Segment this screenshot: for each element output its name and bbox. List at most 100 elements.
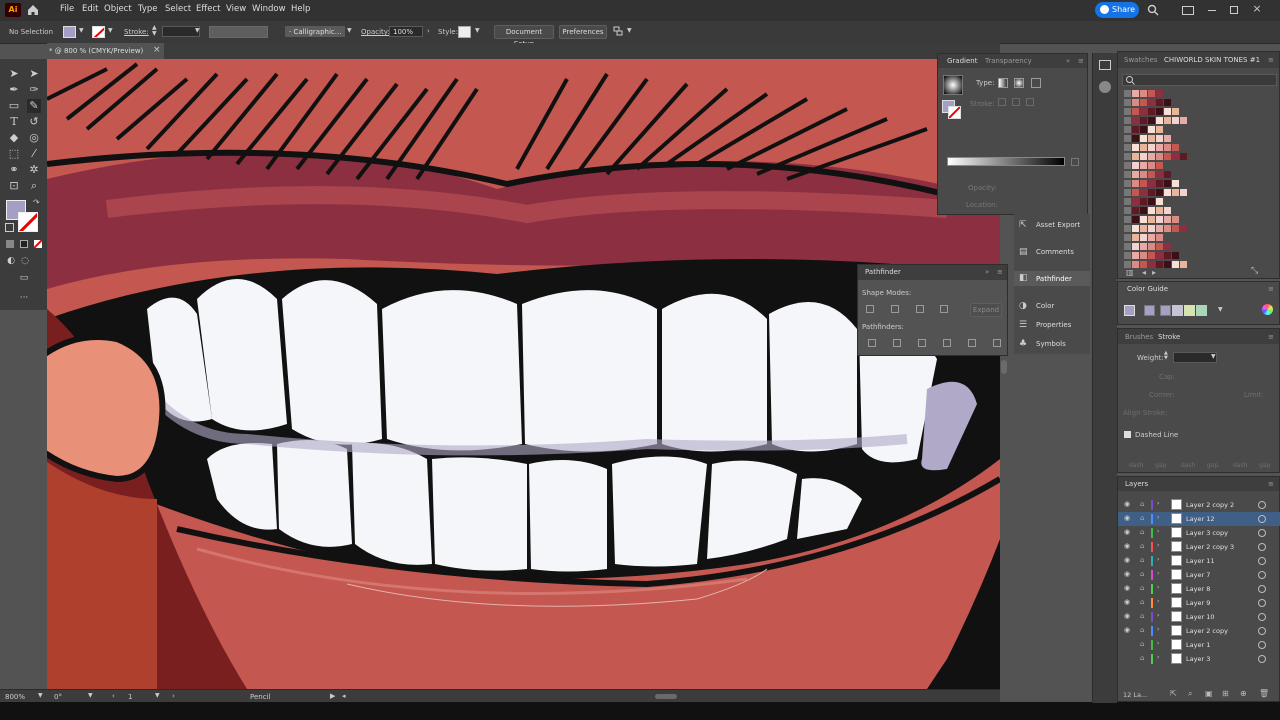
intersect-icon[interactable] xyxy=(916,305,924,313)
color-mode-icon[interactable] xyxy=(6,240,14,248)
lock-icon[interactable]: ⌂ xyxy=(1140,640,1144,648)
swatch-search-input[interactable] xyxy=(1122,74,1277,86)
color-swatch[interactable] xyxy=(1164,171,1171,178)
expand-arrow-icon[interactable]: › xyxy=(1157,598,1159,605)
color-swatch[interactable] xyxy=(1148,243,1155,250)
crop-icon[interactable] xyxy=(943,339,951,347)
eye-icon[interactable]: ◉ xyxy=(1124,500,1130,508)
menu-edit[interactable]: Edit xyxy=(82,4,98,14)
expand-arrow-icon[interactable]: › xyxy=(1157,626,1159,633)
dock-comments[interactable]: ▤ Comments xyxy=(1019,245,1089,259)
vertical-scrollbar[interactable] xyxy=(1001,360,1007,374)
menu-help[interactable]: Help xyxy=(291,4,310,14)
direct-selection-tool-icon[interactable]: ➤ xyxy=(27,67,41,81)
collapse-icon[interactable]: » xyxy=(1066,57,1070,65)
collapse-icon[interactable]: » xyxy=(985,268,989,276)
color-swatch[interactable] xyxy=(1148,180,1155,187)
color-swatch[interactable] xyxy=(1124,144,1131,151)
color-swatch[interactable] xyxy=(1132,216,1139,223)
color-swatch[interactable] xyxy=(1140,171,1147,178)
layer-row[interactable]: ⌂ › Layer 1 xyxy=(1118,638,1280,652)
layer-row[interactable]: ◉ ⌂ › Layer 10 xyxy=(1118,610,1280,624)
stroke-indicator[interactable] xyxy=(948,106,961,119)
chevron-down-icon[interactable]: ▼ xyxy=(627,27,632,34)
lock-icon[interactable]: ⌂ xyxy=(1140,528,1144,536)
target-icon[interactable] xyxy=(1258,515,1266,523)
next-library-icon[interactable]: ▸ xyxy=(1152,268,1156,277)
panel-menu-icon[interactable]: ≡ xyxy=(997,268,1003,276)
color-swatch[interactable] xyxy=(1140,144,1147,151)
color-swatch[interactable] xyxy=(1132,171,1139,178)
eye-icon[interactable]: ◉ xyxy=(1124,598,1130,606)
eye-icon[interactable]: ◉ xyxy=(1124,528,1130,536)
radial-gradient-icon[interactable] xyxy=(1014,78,1024,88)
color-swatch[interactable] xyxy=(1140,225,1147,232)
color-swatch[interactable] xyxy=(1132,198,1139,205)
freeform-gradient-icon[interactable] xyxy=(1031,78,1041,88)
target-icon[interactable] xyxy=(1258,557,1266,565)
color-swatch[interactable] xyxy=(1156,144,1163,151)
color-swatch[interactable] xyxy=(1140,108,1147,115)
menu-window[interactable]: Window xyxy=(252,4,286,14)
base-color-swatch[interactable] xyxy=(1124,305,1135,316)
color-swatch[interactable] xyxy=(1172,225,1179,232)
swatch-library-icon[interactable]: ▥ xyxy=(1126,268,1134,277)
eye-icon[interactable]: ◉ xyxy=(1124,584,1130,592)
gradient-preview[interactable] xyxy=(943,75,963,95)
color-swatch[interactable] xyxy=(1132,207,1139,214)
color-swatch[interactable] xyxy=(1164,243,1171,250)
color-swatch[interactable] xyxy=(1172,153,1179,160)
color-swatch[interactable] xyxy=(1164,117,1171,124)
menu-type[interactable]: Type xyxy=(138,4,158,14)
lock-icon[interactable]: ⌂ xyxy=(1140,612,1144,620)
color-swatch[interactable] xyxy=(1140,180,1147,187)
layer-row[interactable]: ◉ ⌂ › Layer 2 copy 2 xyxy=(1118,498,1280,512)
color-swatch[interactable] xyxy=(1156,126,1163,133)
color-swatch[interactable] xyxy=(1156,207,1163,214)
color-swatch[interactable] xyxy=(1124,180,1131,187)
document-setup-button[interactable]: Document Setup xyxy=(494,25,554,48)
color-swatch[interactable] xyxy=(1156,216,1163,223)
color-swatch[interactable] xyxy=(1156,108,1163,115)
color-swatch[interactable] xyxy=(1148,135,1155,142)
rotate-tool-icon[interactable]: ↺ xyxy=(27,115,41,129)
layer-row[interactable]: ◉ ⌂ › Layer 9 xyxy=(1118,596,1280,610)
color-swatch[interactable] xyxy=(1148,189,1155,196)
expand-arrow-icon[interactable]: › xyxy=(1157,640,1159,647)
arrange-documents-icon[interactable] xyxy=(1182,6,1194,15)
color-swatch[interactable] xyxy=(1164,207,1171,214)
panel-menu-icon[interactable]: ≡ xyxy=(1268,333,1274,341)
panel-menu-icon[interactable]: ≡ xyxy=(1078,57,1084,65)
eye-icon[interactable]: ◉ xyxy=(1124,542,1130,550)
expand-arrow-icon[interactable]: › xyxy=(1157,514,1159,521)
color-swatch[interactable] xyxy=(1140,207,1147,214)
menu-view[interactable]: View xyxy=(226,4,246,14)
color-swatch[interactable] xyxy=(1156,117,1163,124)
weight-stepper-icon[interactable]: ▲ ▼ xyxy=(1164,351,1168,361)
lock-icon[interactable]: ⌂ xyxy=(1140,584,1144,592)
color-swatch[interactable] xyxy=(1124,153,1131,160)
target-icon[interactable] xyxy=(1258,529,1266,537)
color-swatch[interactable] xyxy=(1156,162,1163,169)
target-icon[interactable] xyxy=(1258,543,1266,551)
color-swatch[interactable] xyxy=(1156,243,1163,250)
menu-object[interactable]: Object xyxy=(104,4,132,14)
color-swatch[interactable] xyxy=(1156,99,1163,106)
rectangle-tool-icon[interactable]: ▭ xyxy=(7,99,21,113)
target-icon[interactable] xyxy=(1258,599,1266,607)
dock-pathfinder[interactable]: ◧ Pathfinder xyxy=(1014,271,1090,286)
color-swatch[interactable] xyxy=(1148,162,1155,169)
color-swatch[interactable] xyxy=(1156,153,1163,160)
color-swatch[interactable] xyxy=(1132,126,1139,133)
tab-pathfinder[interactable]: Pathfinder xyxy=(865,268,901,276)
chevron-down-icon[interactable]: ▼ xyxy=(1218,306,1223,313)
color-swatch[interactable] xyxy=(1164,135,1171,142)
color-swatch[interactable] xyxy=(1148,126,1155,133)
layer-row[interactable]: ◉ ⌂ › Layer 8 xyxy=(1118,582,1280,596)
swap-colors-icon[interactable]: ↷ xyxy=(33,198,40,207)
blend-tool-icon[interactable]: ⚭ xyxy=(7,163,21,177)
edit-colors-icon[interactable] xyxy=(1262,304,1273,315)
target-icon[interactable] xyxy=(1258,627,1266,635)
unite-icon[interactable] xyxy=(866,305,874,313)
lock-icon[interactable]: ⌂ xyxy=(1140,500,1144,508)
